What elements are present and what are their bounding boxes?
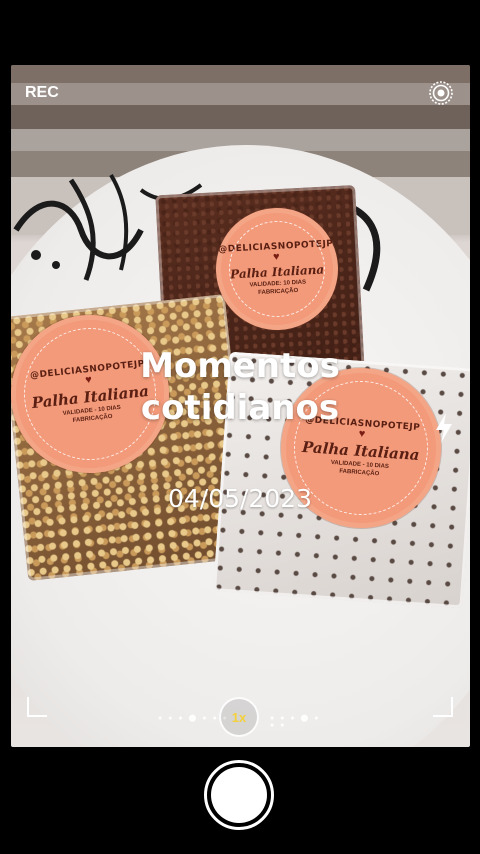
zoom-level-button[interactable]: 1x bbox=[219, 697, 259, 737]
flash-icon[interactable] bbox=[433, 412, 455, 444]
shutter-button[interactable] bbox=[204, 760, 274, 830]
sticker-ring bbox=[226, 218, 328, 320]
overlay-date: 04/05/2023 bbox=[167, 484, 313, 513]
live-photo-icon[interactable] bbox=[428, 80, 454, 106]
overlay-title: Momentos cotidianos bbox=[0, 345, 480, 429]
frame-corner-bottom-left bbox=[27, 697, 47, 717]
frame-corner-bottom-right bbox=[433, 697, 453, 717]
rec-indicator: REC bbox=[25, 84, 59, 101]
overlay-title-line2: cotidianos bbox=[140, 388, 340, 428]
zoom-dots-right: ● ● ● ⬤ ● ● ● bbox=[270, 715, 321, 729]
zoom-control[interactable]: ● ● ● ⬤ ● ● ● 1x ● ● ● ⬤ ● ● ● bbox=[155, 697, 325, 737]
shutter-inner bbox=[211, 767, 267, 823]
overlay-title-line1: Momentos bbox=[140, 346, 340, 386]
